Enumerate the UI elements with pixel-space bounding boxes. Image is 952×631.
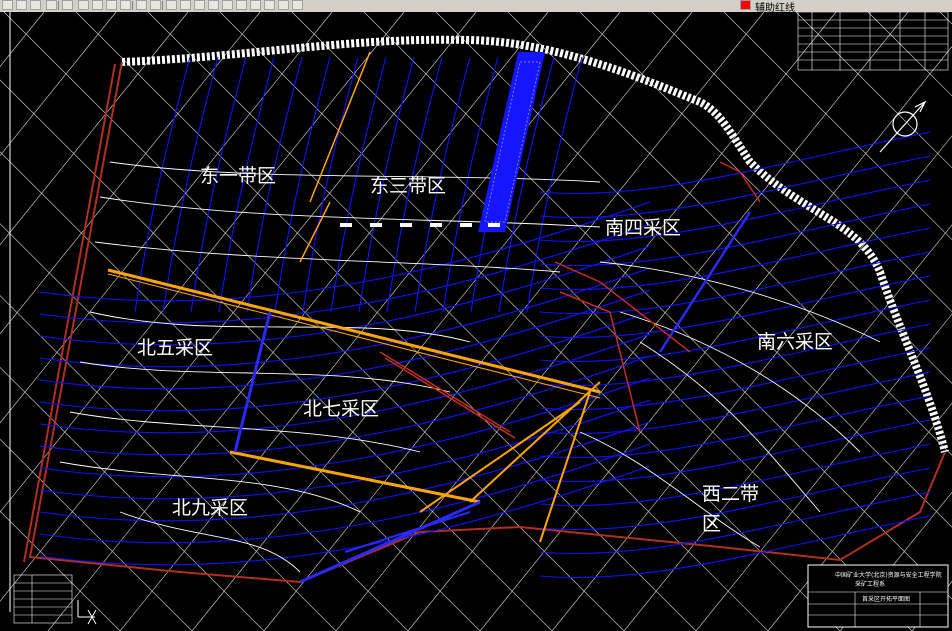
tool-palette-icon[interactable] (250, 0, 261, 10)
design-center-icon[interactable] (236, 0, 247, 10)
toolbar-separator (132, 1, 133, 10)
undo-icon[interactable] (136, 0, 147, 10)
publish-icon[interactable] (62, 0, 73, 10)
zone-nan-si: 南四采区 (605, 217, 681, 239)
toolbar-separator (162, 1, 163, 10)
layer-color-swatch[interactable] (740, 0, 751, 10)
title-block: 中国矿业大学(北京)资源与安全工程学院 采矿工程系 首采区开拓平面图 (807, 564, 949, 628)
match-properties-icon[interactable] (120, 0, 131, 10)
folder-icon[interactable] (2, 0, 13, 10)
zone-xi-er-line2: 区 (702, 513, 721, 535)
print-icon[interactable] (30, 0, 41, 10)
zone-bei-jiu: 北九采区 (172, 497, 248, 519)
save-icon[interactable] (16, 0, 27, 10)
pan-icon[interactable] (166, 0, 177, 10)
zone-dong-san: 东三带区 (370, 175, 446, 197)
copy-icon[interactable] (92, 0, 103, 10)
help-icon[interactable] (264, 0, 275, 10)
cad-drawing-canvas[interactable]: 东一带区 东三带区 南四采区 南六采区 北五采区 北七采区 北九采区 西二带 区 (0, 12, 952, 631)
title-block-drawing-title: 首采区开拓平面图 (862, 595, 910, 603)
zone-dong-yi: 东一带区 (200, 165, 276, 187)
zone-bei-qi: 北七采区 (303, 398, 379, 420)
zoom-previous-icon[interactable] (208, 0, 219, 10)
title-block-institution: 中国矿业大学(北京)资源与安全工程学院 (835, 571, 942, 579)
layer-icon[interactable] (278, 0, 289, 10)
properties-icon[interactable] (222, 0, 233, 10)
toolbar-separator (58, 1, 59, 10)
layer-state-icon[interactable] (292, 0, 303, 10)
zone-nan-liu: 南六采区 (757, 331, 833, 353)
paste-icon[interactable] (106, 0, 117, 10)
print-preview-icon[interactable] (46, 0, 57, 10)
cut-icon[interactable] (78, 0, 89, 10)
zone-xi-er-line1: 西二带 (702, 483, 759, 505)
zoom-realtime-icon[interactable] (180, 0, 191, 10)
zone-bei-wu: 北五采区 (137, 337, 213, 359)
zoom-window-icon[interactable] (194, 0, 205, 10)
redo-icon[interactable] (150, 0, 161, 10)
title-block-department: 采矿工程系 (855, 580, 885, 588)
